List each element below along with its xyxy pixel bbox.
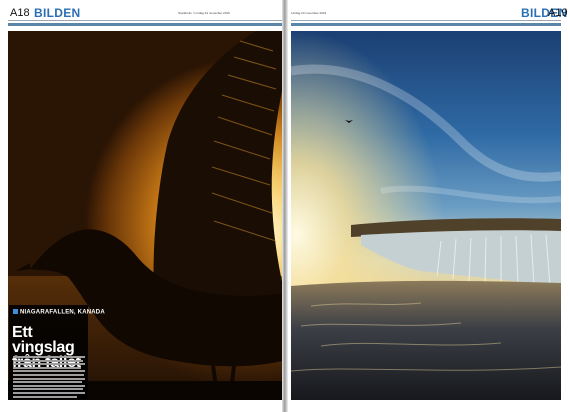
caption-body-text	[13, 356, 85, 399]
caption-box: NIAGARAFALLEN, KANADA Ett vingslag från …	[9, 305, 105, 399]
kicker-square-icon	[13, 309, 18, 314]
header-rule-left	[8, 20, 282, 21]
header-bar-left	[8, 23, 282, 26]
page-gutter	[282, 0, 288, 412]
right-page: Lördag 23 november 2019 BILDEN A19	[285, 0, 570, 412]
header-rule-right	[291, 20, 561, 21]
section-name-left: BILDEN	[34, 6, 81, 20]
waterfall-scene	[291, 31, 561, 400]
header-bar-right	[291, 23, 561, 26]
caption-kicker: NIAGARAFALLEN, KANADA	[13, 309, 105, 316]
caption-kicker-text: NIAGARAFALLEN, KANADA	[20, 309, 105, 316]
page-number-left: A18	[10, 7, 30, 19]
page-number-right: A19	[548, 7, 568, 19]
left-page: A18 BILDEN Stockholm / Lördag 23 novembe…	[0, 0, 285, 412]
header-info-right: Lördag 23 november 2019	[291, 11, 327, 15]
niagara-falls-photo	[291, 31, 561, 400]
header-info-left: Stockholm / Lördag 23 november 2019	[178, 11, 230, 15]
